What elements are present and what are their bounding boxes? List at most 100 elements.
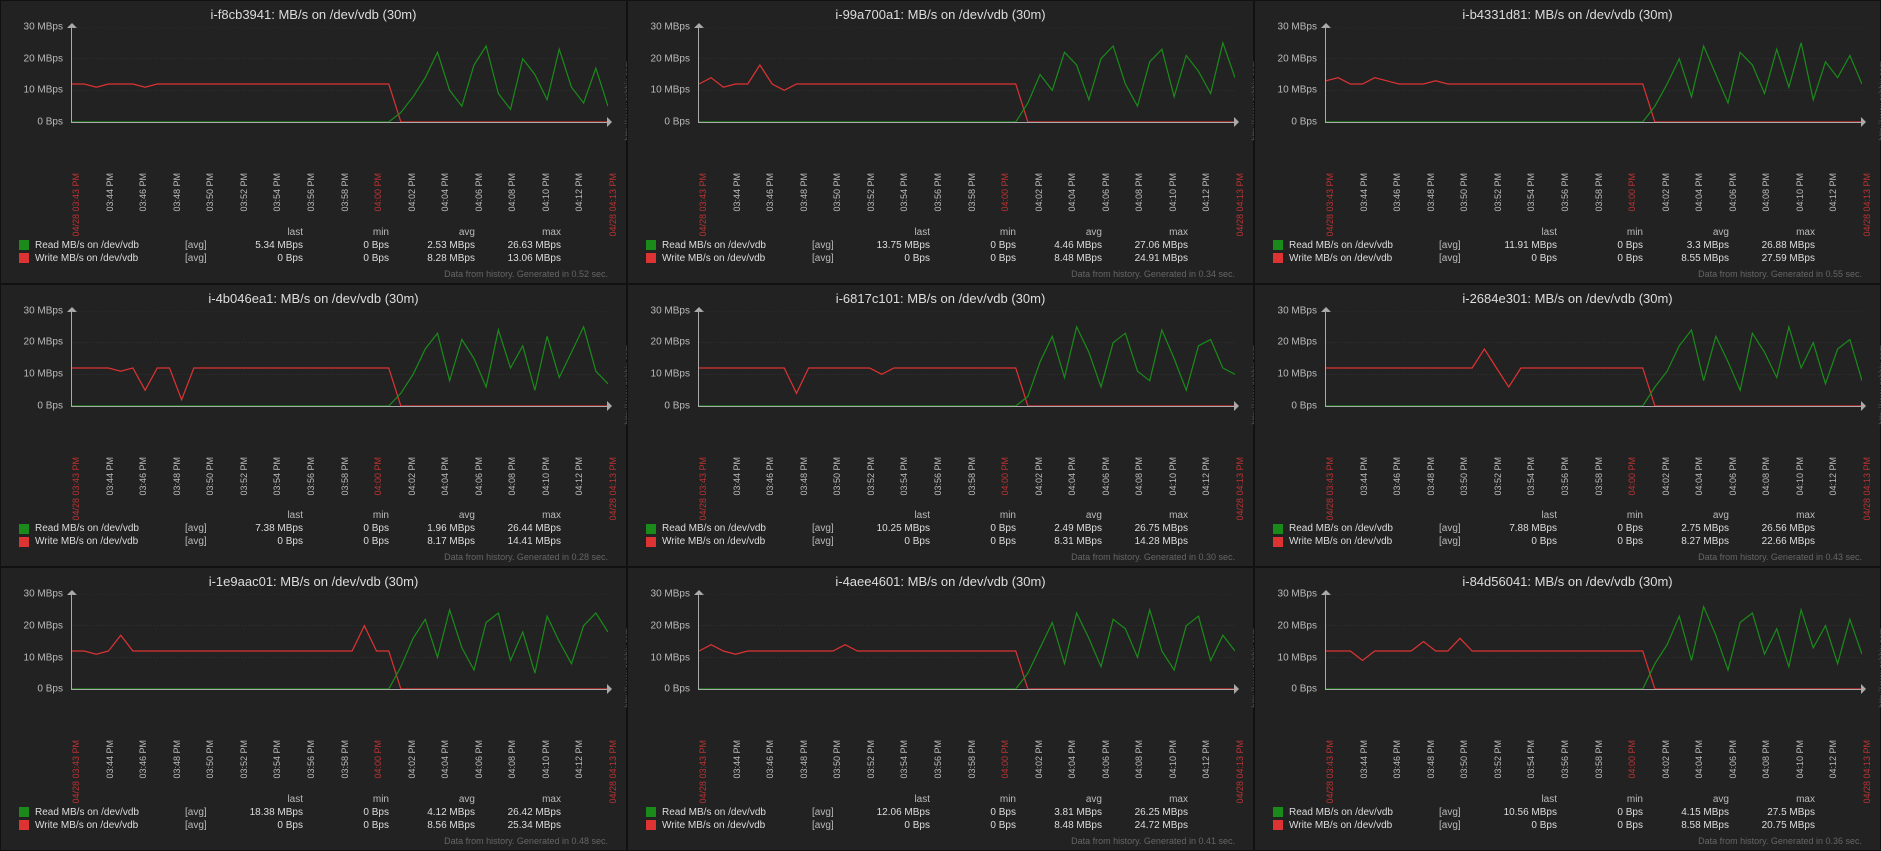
- stat-avg: 8.58 MBps: [1649, 819, 1735, 832]
- chart-title: i-4b046ea1: MB/s on /dev/vdb (30m): [1, 291, 626, 306]
- stat-last: 0 Bps: [223, 252, 309, 265]
- x-tick: 03:56 PM: [1560, 457, 1570, 496]
- y-tick: 30 MBps: [24, 22, 63, 33]
- x-tick: 03:48 PM: [172, 173, 182, 212]
- plot-area: [698, 594, 1235, 690]
- stat-avg: 4.12 MBps: [395, 806, 481, 819]
- legend-header: lastminavgmax: [646, 227, 1235, 238]
- stat-min: 0 Bps: [309, 522, 395, 535]
- legend-swatch: [1273, 820, 1283, 830]
- x-tick: 04:00 PM: [1627, 740, 1637, 779]
- legend-swatch: [646, 253, 656, 263]
- y-axis: 30 MBps20 MBps10 MBps0 Bps: [628, 311, 694, 406]
- series-agg: [avg]: [1439, 252, 1477, 265]
- y-tick: 10 MBps: [24, 652, 63, 663]
- x-axis: 04/28 03:43 PM03:44 PM03:46 PM03:48 PM03…: [71, 409, 608, 467]
- y-tick: 0 Bps: [37, 684, 63, 695]
- x-tick: 04:10 PM: [541, 740, 551, 779]
- x-tick: 04:12 PM: [1828, 173, 1838, 212]
- legend: lastminavgmaxRead MB/s on /dev/vdb[avg]1…: [1273, 794, 1862, 832]
- legend-row-read: Read MB/s on /dev/vdb[avg]13.75 MBps0 Bp…: [646, 239, 1235, 252]
- legend-col: last: [223, 227, 309, 238]
- stat-last: 11.91 MBps: [1477, 239, 1563, 252]
- y-axis: 30 MBps20 MBps10 MBps0 Bps: [1, 311, 67, 406]
- legend-col: max: [1108, 794, 1194, 805]
- y-tick: 0 Bps: [664, 117, 690, 128]
- chart-footer: Data from history. Generated in 0.43 sec…: [1698, 552, 1862, 562]
- x-tick: 03:54 PM: [272, 457, 282, 496]
- x-tick: 03:54 PM: [1526, 457, 1536, 496]
- legend-col: last: [1477, 227, 1563, 238]
- series-agg: [avg]: [812, 252, 850, 265]
- legend-col: last: [850, 510, 936, 521]
- x-tick: 03:50 PM: [205, 173, 215, 212]
- x-tick: 04:10 PM: [1168, 173, 1178, 212]
- stat-min: 0 Bps: [936, 535, 1022, 548]
- x-tick: 04:06 PM: [1728, 740, 1738, 779]
- legend-header: lastminavgmax: [646, 510, 1235, 521]
- y-axis: 30 MBps20 MBps10 MBps0 Bps: [1, 27, 67, 122]
- y-tick: 10 MBps: [651, 85, 690, 96]
- legend-swatch: [19, 537, 29, 547]
- stat-last: 0 Bps: [223, 535, 309, 548]
- x-tick: 03:52 PM: [1493, 740, 1503, 779]
- series-name: Write MB/s on /dev/vdb: [35, 535, 185, 548]
- stat-max: 14.41 MBps: [481, 535, 567, 548]
- series-agg: [avg]: [185, 819, 223, 832]
- legend-col: last: [850, 794, 936, 805]
- legend: lastminavgmaxRead MB/s on /dev/vdb[avg]7…: [19, 510, 608, 548]
- legend-row-write: Write MB/s on /dev/vdb[avg]0 Bps0 Bps8.4…: [646, 252, 1235, 265]
- x-tick: 03:52 PM: [239, 173, 249, 212]
- y-tick: 0 Bps: [664, 684, 690, 695]
- x-tick: 03:46 PM: [1392, 173, 1402, 212]
- x-tick: 04:08 PM: [1134, 457, 1144, 496]
- legend-row-write: Write MB/s on /dev/vdb[avg]0 Bps0 Bps8.2…: [19, 252, 608, 265]
- stat-avg: 2.53 MBps: [395, 239, 481, 252]
- x-tick: 03:56 PM: [306, 457, 316, 496]
- x-tick: 04:08 PM: [507, 173, 517, 212]
- x-axis: 04/28 03:43 PM03:44 PM03:46 PM03:48 PM03…: [1325, 692, 1862, 750]
- chart-title: i-4aee4601: MB/s on /dev/vdb (30m): [628, 574, 1253, 589]
- x-tick: 04:12 PM: [1201, 173, 1211, 212]
- stat-avg: 1.96 MBps: [395, 522, 481, 535]
- y-tick: 20 MBps: [651, 337, 690, 348]
- stat-max: 26.25 MBps: [1108, 806, 1194, 819]
- legend-col: avg: [1649, 510, 1735, 521]
- series-agg: [avg]: [812, 806, 850, 819]
- x-tick: 04/28 04:13 PM: [1862, 173, 1872, 237]
- x-tick: 03:58 PM: [967, 457, 977, 496]
- x-tick: 03:58 PM: [1594, 740, 1604, 779]
- stat-min: 0 Bps: [1563, 819, 1649, 832]
- legend-col: min: [1563, 227, 1649, 238]
- y-axis: 30 MBps20 MBps10 MBps0 Bps: [628, 27, 694, 122]
- x-tick: 03:58 PM: [967, 173, 977, 212]
- stat-last: 0 Bps: [850, 819, 936, 832]
- x-tick: 03:50 PM: [1459, 740, 1469, 779]
- legend-row-write: Write MB/s on /dev/vdb[avg]0 Bps0 Bps8.4…: [646, 819, 1235, 832]
- x-tick: 03:52 PM: [1493, 457, 1503, 496]
- legend-row-write: Write MB/s on /dev/vdb[avg]0 Bps0 Bps8.2…: [1273, 535, 1862, 548]
- legend-col: max: [1108, 227, 1194, 238]
- series-name: Read MB/s on /dev/vdb: [35, 522, 185, 535]
- stat-last: 7.38 MBps: [223, 522, 309, 535]
- stat-min: 0 Bps: [1563, 522, 1649, 535]
- x-tick: 04/28 04:13 PM: [1235, 457, 1245, 521]
- stat-min: 0 Bps: [1563, 806, 1649, 819]
- stat-max: 26.42 MBps: [481, 806, 567, 819]
- y-tick: 30 MBps: [24, 305, 63, 316]
- stat-min: 0 Bps: [309, 819, 395, 832]
- x-tick: 03:58 PM: [340, 740, 350, 779]
- stat-avg: 8.48 MBps: [1022, 819, 1108, 832]
- legend-row-read: Read MB/s on /dev/vdb[avg]10.56 MBps0 Bp…: [1273, 806, 1862, 819]
- x-tick: 04:00 PM: [1000, 457, 1010, 496]
- legend-row-write: Write MB/s on /dev/vdb[avg]0 Bps0 Bps8.5…: [19, 819, 608, 832]
- x-tick: 04:00 PM: [1000, 173, 1010, 212]
- x-tick: 03:54 PM: [1526, 173, 1536, 212]
- series-name: Read MB/s on /dev/vdb: [662, 806, 812, 819]
- x-tick: 04:10 PM: [541, 457, 551, 496]
- legend-header: lastminavgmax: [646, 794, 1235, 805]
- x-tick: 03:44 PM: [1359, 173, 1369, 212]
- legend-swatch: [1273, 807, 1283, 817]
- x-tick: 04:12 PM: [574, 740, 584, 779]
- stat-max: 24.91 MBps: [1108, 252, 1194, 265]
